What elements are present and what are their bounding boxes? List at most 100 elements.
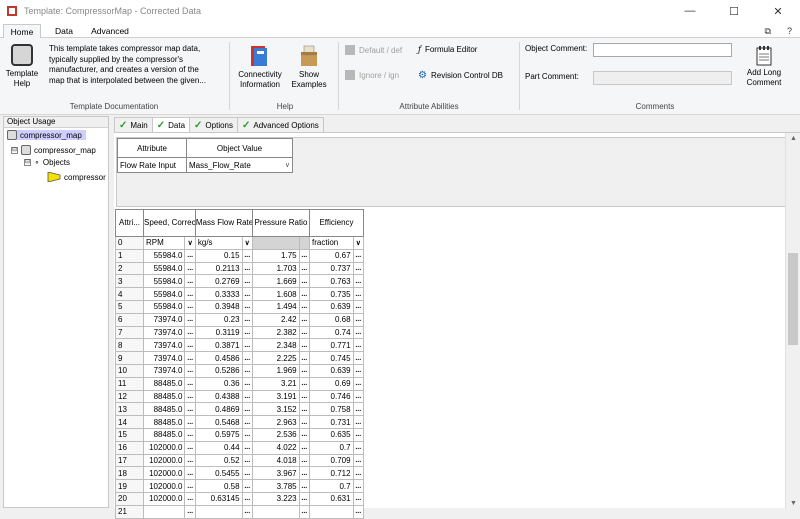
- pressure-ratio-cell[interactable]: 2.382: [251, 325, 300, 340]
- pressure-ratio-cell[interactable]: 1.669: [251, 274, 300, 289]
- part-comment-input[interactable]: [593, 71, 732, 85]
- scroll-up-icon[interactable]: ▲: [786, 135, 800, 142]
- mass-flow-cell[interactable]: 0.5468: [194, 415, 243, 429]
- efficiency-cell[interactable]: 0.74: [309, 325, 354, 340]
- ellipsis-button[interactable]: ...: [352, 402, 365, 417]
- ellipsis-button[interactable]: ...: [184, 466, 196, 481]
- ellipsis-button[interactable]: ...: [184, 338, 196, 353]
- pressure-ratio-cell[interactable]: 2.348: [251, 338, 300, 353]
- efficiency-cell[interactable]: 0.758: [309, 402, 354, 417]
- ellipsis-button[interactable]: ...: [241, 504, 253, 519]
- pressure-ratio-cell[interactable]: 2.225: [251, 351, 300, 365]
- ellipsis-button[interactable]: ...: [241, 479, 253, 493]
- speed-cell[interactable]: 73974.0: [142, 325, 186, 340]
- pressure-ratio-cell[interactable]: 4.018: [251, 453, 300, 468]
- minimize-button[interactable]: —: [668, 0, 712, 22]
- pressure-ratio-cell[interactable]: 1.494: [251, 299, 300, 314]
- efficiency-cell[interactable]: 0.731: [309, 415, 354, 429]
- connectivity-information-button[interactable]: Connectivity Information: [234, 44, 286, 90]
- chevron-down-icon[interactable]: ∨: [352, 236, 365, 250]
- pressure-ratio-cell[interactable]: 3.223: [251, 491, 300, 506]
- pressure-ratio-cell[interactable]: 1.608: [251, 287, 300, 301]
- ellipsis-button[interactable]: ...: [298, 440, 311, 455]
- restore-ribbon-icon[interactable]: ⧉: [765, 26, 771, 37]
- tab-home[interactable]: Home: [3, 24, 41, 38]
- object-comment-input[interactable]: [593, 43, 732, 57]
- efficiency-cell[interactable]: 0.639: [309, 299, 354, 314]
- collapse-icon[interactable]: ⊟: [11, 146, 18, 154]
- speed-cell[interactable]: 55984.0: [142, 248, 186, 263]
- mass-flow-cell[interactable]: 0.58: [194, 479, 243, 493]
- efficiency-cell[interactable]: 0.67: [309, 248, 354, 263]
- speed-cell[interactable]: 73974.0: [142, 363, 186, 378]
- tab-data[interactable]: Data: [49, 24, 79, 38]
- add-long-comment-button[interactable]: Add Long Comment: [742, 46, 786, 88]
- chevron-down-icon[interactable]: ∨: [184, 236, 196, 250]
- close-button[interactable]: ✕: [756, 0, 800, 22]
- efficiency-cell[interactable]: 0.7: [309, 440, 354, 455]
- formula-editor-button[interactable]: ƒ Formula Editor: [418, 45, 477, 54]
- ellipsis-button[interactable]: ...: [241, 453, 253, 468]
- ellipsis-button[interactable]: ...: [241, 376, 253, 391]
- pressure-ratio-cell[interactable]: 2.536: [251, 427, 300, 442]
- speed-cell[interactable]: 55984.0: [142, 274, 186, 289]
- efficiency-cell[interactable]: 0.631: [309, 491, 354, 506]
- ellipsis-button[interactable]: ...: [352, 312, 365, 327]
- mass-flow-cell[interactable]: 0.3948: [194, 299, 243, 314]
- ellipsis-button[interactable]: ...: [184, 351, 196, 365]
- mass-flow-cell[interactable]: 0.2769: [194, 274, 243, 289]
- flow-rate-input-select[interactable]: Mass_Flow_Rate ∨: [186, 157, 293, 173]
- ignore-button[interactable]: Ignore / ign: [345, 70, 399, 80]
- ellipsis-button[interactable]: ...: [352, 376, 365, 391]
- mass-flow-cell[interactable]: 0.15: [194, 248, 243, 263]
- subtab-options[interactable]: ✓ Options: [189, 117, 238, 133]
- speed-cell[interactable]: 88485.0: [142, 389, 186, 404]
- vertical-scrollbar[interactable]: ▲ ▼: [785, 133, 800, 509]
- speed-cell[interactable]: 102000.0: [142, 440, 186, 455]
- mass-flow-cell[interactable]: [194, 504, 243, 519]
- revision-control-button[interactable]: ⚙ Revision Control DB: [418, 70, 503, 81]
- speed-cell[interactable]: 88485.0: [142, 402, 186, 417]
- ellipsis-button[interactable]: ...: [184, 453, 196, 468]
- ellipsis-button[interactable]: ...: [241, 389, 253, 404]
- scrollbar-thumb[interactable]: [788, 253, 798, 345]
- ellipsis-button[interactable]: ...: [184, 504, 196, 519]
- ellipsis-button[interactable]: ...: [184, 389, 196, 404]
- ellipsis-button[interactable]: ...: [184, 376, 196, 391]
- ellipsis-button[interactable]: ...: [184, 299, 196, 314]
- ellipsis-button[interactable]: ...: [184, 248, 196, 263]
- ellipsis-button[interactable]: ...: [352, 248, 365, 263]
- mass-flow-cell[interactable]: 0.44: [194, 440, 243, 455]
- col-header-pressure-ratio[interactable]: Pressure Ratio: [251, 209, 311, 237]
- pressure-ratio-cell[interactable]: 3.967: [251, 466, 300, 481]
- mass-flow-cell[interactable]: 0.3333: [194, 287, 243, 301]
- ellipsis-button[interactable]: ...: [241, 248, 253, 263]
- pressure-ratio-cell[interactable]: 1.75: [251, 248, 300, 263]
- efficiency-cell[interactable]: 0.771: [309, 338, 354, 353]
- efficiency-cell[interactable]: 0.712: [309, 466, 354, 481]
- ellipsis-button[interactable]: ...: [352, 261, 365, 276]
- speed-cell[interactable]: 88485.0: [142, 427, 186, 442]
- ellipsis-button[interactable]: ...: [352, 479, 365, 493]
- ellipsis-button[interactable]: ...: [241, 312, 253, 327]
- ellipsis-button[interactable]: ...: [184, 312, 196, 327]
- ellipsis-button[interactable]: ...: [352, 299, 365, 314]
- speed-cell[interactable]: 55984.0: [142, 261, 186, 276]
- ellipsis-button[interactable]: ...: [352, 415, 365, 429]
- ellipsis-button[interactable]: ...: [298, 274, 311, 289]
- mass-flow-cell[interactable]: 0.36: [194, 376, 243, 391]
- speed-cell[interactable]: [142, 504, 186, 519]
- ellipsis-button[interactable]: ...: [298, 479, 311, 493]
- ellipsis-button[interactable]: ...: [298, 363, 311, 378]
- ellipsis-button[interactable]: ...: [184, 415, 196, 429]
- tree-item-compressor[interactable]: compressor: [47, 172, 106, 182]
- pressure-ratio-cell[interactable]: 3.785: [251, 479, 300, 493]
- col-header-speed[interactable]: Speed, Corrected: [143, 209, 196, 237]
- ellipsis-button[interactable]: ...: [352, 274, 365, 289]
- ellipsis-button[interactable]: ...: [298, 299, 311, 314]
- ellipsis-button[interactable]: ...: [352, 504, 365, 519]
- tab-advanced[interactable]: Advanced: [88, 24, 132, 38]
- ellipsis-button[interactable]: ...: [184, 479, 196, 493]
- pressure-ratio-cell[interactable]: 3.21: [251, 376, 300, 391]
- ellipsis-button[interactable]: ...: [241, 287, 253, 301]
